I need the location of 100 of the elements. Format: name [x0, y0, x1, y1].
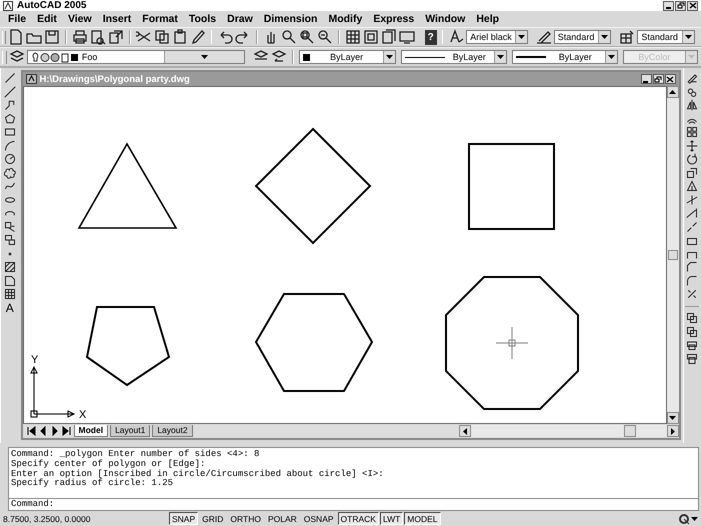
- menu-item[interactable]: Express: [368, 13, 420, 25]
- restore-button[interactable]: [675, 0, 686, 10]
- restore-icon: [676, 2, 684, 9]
- zoom-icon[interactable]: [281, 29, 298, 45]
- rectangle-icon[interactable]: [4, 126, 16, 138]
- explode-icon[interactable]: [686, 288, 698, 300]
- menu-item[interactable]: Dimension: [258, 13, 322, 25]
- block-icon[interactable]: [4, 234, 16, 246]
- menu-item[interactable]: Format: [137, 13, 183, 25]
- status-toggle[interactable]: OSNAP: [300, 512, 337, 525]
- menu-item[interactable]: Insert: [98, 13, 136, 25]
- scroll-right-icon[interactable]: [670, 428, 674, 434]
- grid-table-icon[interactable]: [4, 288, 16, 300]
- status-toggle[interactable]: MODEL: [404, 512, 441, 525]
- send-under-icon[interactable]: [686, 352, 698, 364]
- bring-above-icon[interactable]: [686, 339, 698, 351]
- dimension-pen-icon[interactable]: [536, 29, 552, 45]
- drawing-canvas[interactable]: Y X: [22, 86, 666, 424]
- construction-line-icon[interactable]: [4, 86, 16, 98]
- layer-dropdown[interactable]: Foo: [26, 50, 246, 64]
- minimize-button[interactable]: [663, 0, 674, 10]
- line-icon[interactable]: [4, 72, 16, 84]
- monitor-icon[interactable]: [398, 29, 415, 45]
- status-toggle[interactable]: POLAR: [264, 512, 300, 525]
- horizontal-scrollbar[interactable]: [458, 425, 678, 437]
- arc-icon[interactable]: [4, 140, 16, 152]
- close-button[interactable]: [687, 0, 698, 10]
- break-point-icon[interactable]: [686, 220, 698, 232]
- extend-icon[interactable]: [686, 207, 698, 219]
- spline-icon[interactable]: [4, 180, 16, 192]
- mirror-icon[interactable]: [686, 99, 698, 111]
- polyline-icon[interactable]: [4, 99, 16, 111]
- layout-tab[interactable]: Layout2: [152, 425, 193, 437]
- array-icon[interactable]: [686, 126, 698, 138]
- fillet-icon[interactable]: [686, 274, 698, 286]
- scroll-up-icon[interactable]: [669, 90, 676, 94]
- paste-icon[interactable]: [172, 29, 188, 45]
- pen-a-icon[interactable]: [448, 29, 464, 45]
- move-icon[interactable]: [686, 140, 698, 152]
- copy-icon[interactable]: [154, 29, 170, 45]
- vertical-scrollbar[interactable]: [666, 86, 678, 424]
- multiline-text-button[interactable]: A: [6, 302, 14, 314]
- property-dropdown[interactable]: ByLayer: [512, 50, 618, 64]
- restore-button[interactable]: [652, 74, 664, 84]
- rotate-icon[interactable]: [686, 153, 698, 165]
- menu-item[interactable]: View: [62, 13, 97, 25]
- layout-tab[interactable]: Layout1: [110, 425, 150, 437]
- menu-item[interactable]: Tools: [184, 13, 222, 25]
- hatch-icon[interactable]: [4, 261, 16, 273]
- scroll-down-icon[interactable]: [669, 416, 676, 420]
- style-dropdown[interactable]: Standard: [554, 30, 612, 44]
- lineweight-sample: [516, 56, 546, 58]
- bring-front-icon[interactable]: [686, 312, 698, 324]
- minimize-button[interactable]: [640, 74, 652, 84]
- layout-tab[interactable]: Model: [74, 425, 108, 437]
- menu-item[interactable]: Draw: [222, 13, 258, 25]
- status-toggle[interactable]: ORTHO: [227, 512, 264, 525]
- zoom-window-icon[interactable]: [299, 29, 316, 45]
- scale-icon[interactable]: [686, 166, 698, 178]
- cloud-icon[interactable]: [4, 166, 16, 178]
- status-toggle[interactable]: SNAP: [169, 512, 198, 525]
- stretch-icon[interactable]: [686, 180, 698, 192]
- region-icon[interactable]: [4, 274, 16, 286]
- eraser-icon[interactable]: [686, 72, 698, 84]
- chamfer-icon[interactable]: [686, 261, 698, 273]
- polygon-icon[interactable]: [4, 112, 16, 124]
- property-dropdown[interactable]: ByLayer: [400, 50, 507, 64]
- print-preview-icon[interactable]: [90, 29, 106, 45]
- zoom-previous-icon[interactable]: [317, 29, 334, 45]
- grid-table-icon[interactable]: [344, 29, 361, 45]
- new-file-icon[interactable]: [8, 29, 24, 45]
- status-toggle[interactable]: OTRACK: [338, 512, 379, 525]
- status-toggle[interactable]: GRID: [199, 512, 226, 525]
- printer-icon[interactable]: [72, 29, 88, 45]
- menu-item[interactable]: Window: [420, 13, 470, 25]
- menu-item[interactable]: Edit: [32, 13, 62, 25]
- menu-item[interactable]: Help: [471, 13, 504, 25]
- style-dropdown[interactable]: Standard: [637, 30, 696, 44]
- table-pen-icon[interactable]: [619, 29, 636, 45]
- help-button[interactable]: ?: [424, 30, 437, 44]
- scroll-thumb[interactable]: [624, 425, 636, 437]
- last-tab-icon[interactable]: [62, 426, 72, 436]
- command-input[interactable]: Command:: [9, 499, 698, 510]
- document-stack-icon[interactable]: [380, 29, 397, 45]
- close-button[interactable]: [664, 74, 676, 84]
- status-toggle[interactable]: LWT: [380, 512, 404, 525]
- style-dropdown[interactable]: Ariel black: [466, 30, 528, 44]
- first-tab-icon[interactable]: [26, 426, 36, 436]
- previous-tab-icon[interactable]: [38, 426, 48, 436]
- trim-icon[interactable]: [686, 194, 698, 206]
- scroll-left-icon[interactable]: [462, 428, 466, 434]
- menu-item[interactable]: Modify: [323, 13, 368, 25]
- property-dropdown[interactable]: ByLayer: [299, 50, 396, 64]
- menu-arrow-icon[interactable]: [691, 516, 698, 520]
- block-insert-icon[interactable]: [4, 220, 16, 232]
- dropdown-arrow-icon: [608, 55, 615, 59]
- next-tab-icon[interactable]: [50, 426, 60, 436]
- scroll-thumb[interactable]: [668, 250, 678, 260]
- menu-item[interactable]: File: [3, 13, 32, 25]
- send-back-icon[interactable]: [686, 326, 698, 338]
